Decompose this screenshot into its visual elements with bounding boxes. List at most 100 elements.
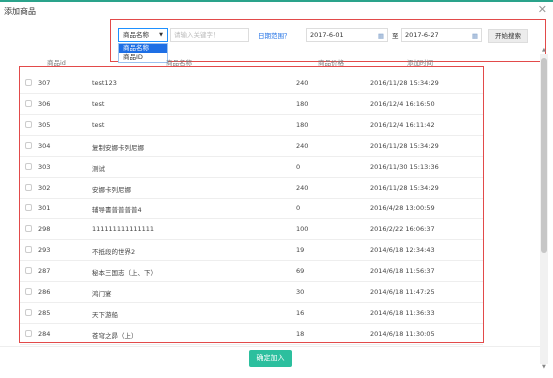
cell-id: 304 — [38, 141, 51, 150]
row-checkbox[interactable] — [25, 79, 32, 86]
cell-name: 安娜卡列尼娜 — [92, 185, 131, 194]
search-type-dropdown: 商品名称 商品ID — [118, 43, 168, 63]
cell-price: 100 — [296, 225, 309, 234]
table-row[interactable]: 304 复制安娜卡列尼娜 240 2016/11/28 15:34:29 — [20, 135, 483, 157]
cell-id: 302 — [38, 183, 51, 192]
row-checkbox[interactable] — [25, 267, 32, 275]
cell-name: 不抵段的世界2 — [92, 248, 136, 257]
cell-name: 测试 — [92, 164, 105, 173]
cell-name: test — [92, 99, 105, 108]
cell-time: 2016/11/28 15:34:29 — [370, 183, 439, 192]
table-row[interactable]: 306 test 180 2016/12/4 16:16:50 — [20, 93, 483, 115]
cell-price: 180 — [296, 120, 309, 129]
cell-time: 2016/12/4 16:11:42 — [370, 120, 435, 129]
table-row[interactable]: 302 安娜卡列尼娜 240 2016/11/28 15:34:29 — [20, 177, 483, 199]
cell-name: 111111111111111 — [92, 225, 155, 234]
cell-price: 0 — [296, 204, 301, 213]
dialog-title: 添加商品 — [4, 7, 36, 16]
cell-time: 2016/2/22 16:06:37 — [370, 225, 435, 234]
scroll-up-icon[interactable]: ▲ — [542, 47, 546, 53]
cell-time: 2016/12/4 16:16:50 — [370, 99, 435, 108]
row-checkbox[interactable] — [25, 99, 32, 107]
calendar-icon: ▦ — [471, 32, 478, 40]
cell-price: 240 — [296, 141, 309, 150]
cell-id: 305 — [38, 120, 51, 129]
row-checkbox[interactable] — [25, 288, 32, 295]
search-type-selected: 商品名称 — [123, 31, 149, 39]
scrollbar-thumb[interactable] — [541, 58, 547, 253]
cell-name: 复制安娜卡列尼娜 — [92, 143, 144, 152]
cell-id: 298 — [38, 225, 51, 234]
cell-time: 2014/6/18 11:56:37 — [370, 267, 435, 276]
table-row[interactable]: 305 test 180 2016/12/4 16:11:42 — [20, 114, 483, 136]
cell-time: 2014/6/18 11:47:25 — [370, 288, 435, 296]
keyword-placeholder: 请输入关键字！ — [174, 31, 220, 39]
search-button[interactable]: 开始搜索 — [488, 29, 528, 43]
table-row[interactable]: 293 不抵段的世界2 19 2014/6/18 12:34:43 — [20, 239, 483, 262]
row-checkbox[interactable] — [25, 183, 32, 191]
row-checkbox[interactable] — [25, 246, 32, 254]
cell-name: 苍穹之昴（上） — [92, 331, 138, 340]
cell-price: 16 — [296, 308, 305, 317]
row-checkbox[interactable] — [25, 204, 32, 212]
caret-down-icon: ▼ — [159, 32, 163, 38]
row-checkbox[interactable] — [25, 162, 32, 170]
cell-price: 30 — [296, 288, 305, 296]
cell-name: 秘本三国志（上、下） — [92, 269, 157, 278]
cell-id: 284 — [38, 329, 51, 338]
date-from-value: 2017-6-01 — [310, 31, 344, 39]
table-row[interactable]: 307 test123 240 2016/11/28 15:34:29 — [20, 72, 483, 94]
cell-time: 2014/6/18 11:36:33 — [370, 308, 435, 317]
cell-time: 2016/11/28 15:34:29 — [370, 141, 439, 150]
table-row[interactable]: 301 辅导書普普普普4 0 2016/4/28 13:00:59 — [20, 197, 483, 220]
cell-id: 303 — [38, 162, 51, 171]
cell-time: 2016/4/28 13:00:59 — [370, 204, 435, 213]
date-from-input[interactable]: 2017-6-01 ▦ — [306, 28, 388, 42]
cell-price: 180 — [296, 99, 309, 108]
row-checkbox[interactable] — [25, 225, 32, 233]
cell-id: 307 — [38, 79, 51, 87]
cell-price: 18 — [296, 329, 305, 338]
scroll-down-icon[interactable]: ▼ — [542, 364, 546, 370]
cell-id: 286 — [38, 288, 51, 296]
row-checkbox[interactable] — [25, 308, 32, 316]
table-row[interactable]: 303 测试 0 2016/11/30 15:13:36 — [20, 156, 483, 178]
close-icon[interactable]: ✕ — [538, 3, 547, 16]
keyword-input[interactable]: 请输入关键字！ — [170, 28, 249, 42]
cell-name: 天下游船 — [92, 310, 118, 319]
confirm-add-button[interactable]: 确定加入 — [249, 350, 292, 367]
cell-name: test123 — [92, 79, 117, 87]
cell-time: 2016/11/28 15:34:29 — [370, 79, 439, 87]
footer-divider — [0, 346, 540, 347]
table-row[interactable]: 298 111111111111111 100 2016/2/22 16:06:37 — [20, 218, 483, 241]
cell-time: 2014/6/18 12:34:43 — [370, 246, 435, 255]
row-checkbox[interactable] — [25, 120, 32, 128]
table-row[interactable]: 285 天下游船 16 2014/6/18 11:36:33 — [20, 302, 483, 324]
table-row[interactable]: 287 秘本三国志（上、下） 69 2014/6/18 11:56:37 — [20, 260, 483, 283]
cell-id: 301 — [38, 204, 51, 213]
cell-price: 240 — [296, 79, 309, 87]
cell-id: 285 — [38, 308, 51, 317]
dropdown-option-name[interactable]: 商品名称 — [119, 44, 167, 53]
date-to-input[interactable]: 2017-6-27 ▦ — [401, 28, 482, 42]
cell-time: 2016/11/30 15:13:36 — [370, 162, 439, 171]
row-checkbox[interactable] — [25, 141, 32, 149]
cell-price: 19 — [296, 246, 305, 255]
date-to-label: 至 — [392, 32, 399, 40]
dropdown-option-id[interactable]: 商品ID — [119, 53, 167, 62]
cell-price: 240 — [296, 183, 309, 192]
top-accent-strip — [0, 0, 553, 2]
cell-price: 69 — [296, 267, 305, 276]
search-type-select[interactable]: 商品名称 ▼ — [118, 28, 168, 42]
table-row[interactable]: 284 苍穹之昴（上） 18 2014/6/18 11:30:05 — [20, 323, 483, 345]
cell-id: 306 — [38, 99, 51, 108]
cell-id: 293 — [38, 246, 51, 255]
cell-time: 2014/6/18 11:30:05 — [370, 329, 435, 338]
cell-name: 辅导書普普普普4 — [92, 206, 142, 215]
cell-price: 0 — [296, 162, 301, 171]
cell-name: 鸿门宴 — [92, 290, 112, 298]
cell-name: test — [92, 120, 105, 129]
calendar-icon: ▦ — [377, 32, 384, 40]
table-row[interactable]: 286 鸿门宴 30 2014/6/18 11:47:25 — [20, 281, 483, 303]
row-checkbox[interactable] — [25, 329, 32, 337]
